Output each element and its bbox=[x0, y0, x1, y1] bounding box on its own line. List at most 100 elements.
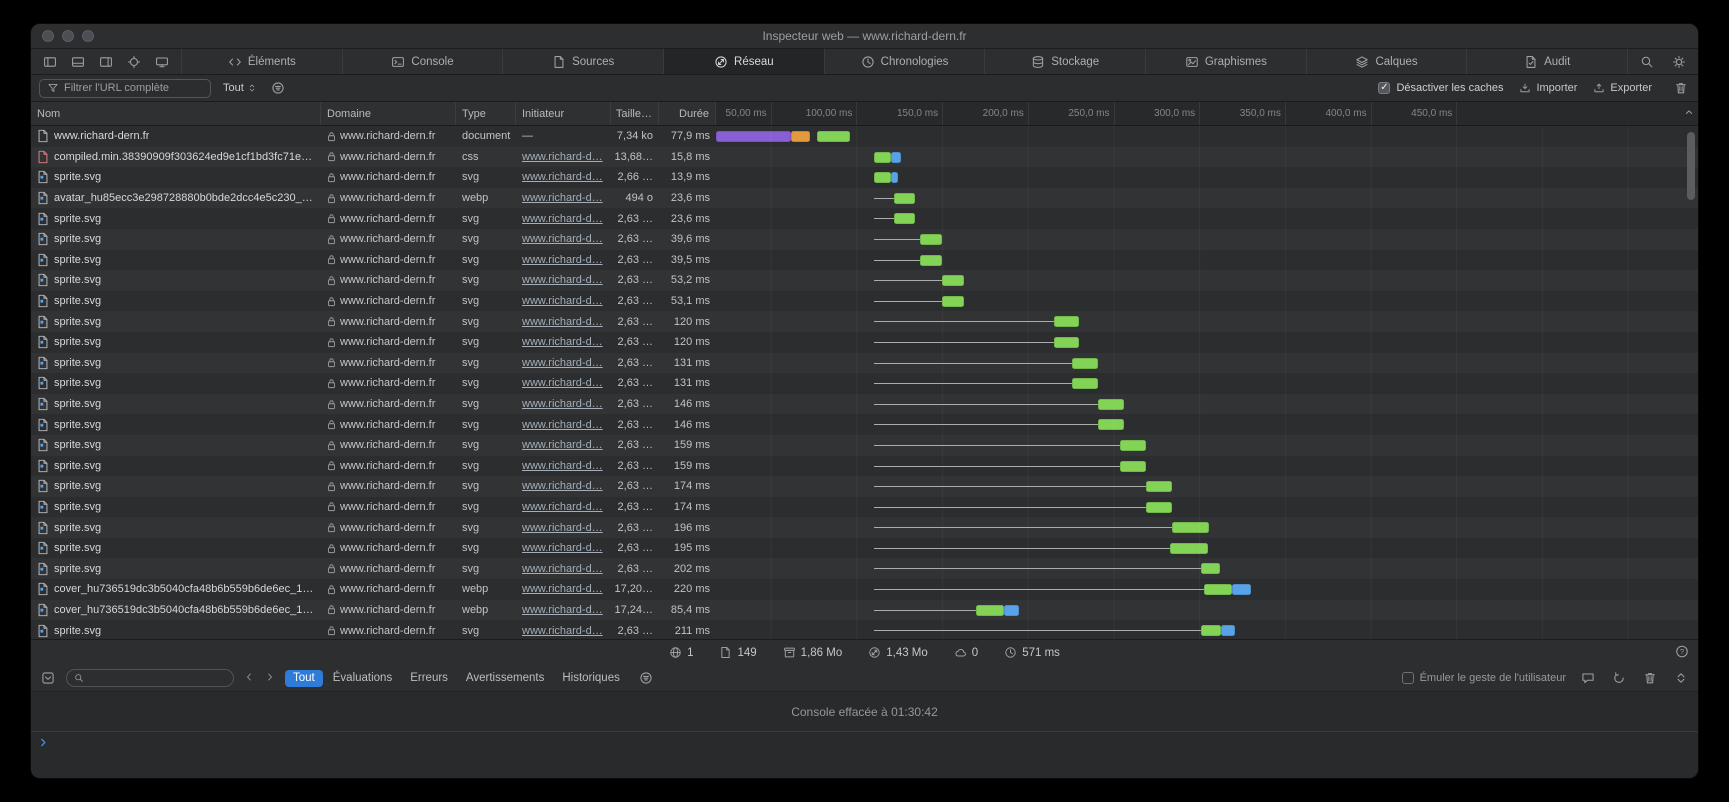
settings-button[interactable] bbox=[1670, 53, 1688, 71]
reload-button[interactable] bbox=[1610, 669, 1628, 687]
resource-initiator[interactable]: www.richard-d… bbox=[522, 563, 603, 575]
resource-initiator[interactable]: www.richard-d… bbox=[522, 583, 603, 595]
device-settings-button[interactable] bbox=[153, 53, 171, 71]
table-row[interactable]: sprite.svg www.richard-dern.fr svg www.r… bbox=[31, 208, 1698, 229]
filter-options-button[interactable] bbox=[269, 79, 287, 97]
clear-console-button[interactable] bbox=[1641, 669, 1659, 687]
resource-initiator[interactable]: www.richard-d… bbox=[522, 274, 603, 286]
console-messages-button[interactable] bbox=[1579, 669, 1597, 687]
console-filter-button[interactable] bbox=[39, 669, 57, 687]
vertical-scrollbar[interactable] bbox=[1687, 132, 1695, 200]
table-row[interactable]: sprite.svg www.richard-dern.fr svg www.r… bbox=[31, 291, 1698, 312]
table-row[interactable]: sprite.svg www.richard-dern.fr svg www.r… bbox=[31, 394, 1698, 415]
console-scope[interactable]: Avertissements bbox=[458, 670, 552, 687]
table-row[interactable]: sprite.svg www.richard-dern.fr svg www.r… bbox=[31, 620, 1698, 639]
resource-initiator[interactable]: www.richard-d… bbox=[522, 419, 603, 431]
resource-initiator[interactable]: www.richard-d… bbox=[522, 254, 603, 266]
url-filter-input[interactable] bbox=[64, 82, 203, 94]
table-row[interactable]: sprite.svg www.richard-dern.fr svg www.r… bbox=[31, 456, 1698, 477]
resource-initiator[interactable]: www.richard-d… bbox=[522, 295, 603, 307]
console-scope[interactable]: Historiques bbox=[554, 670, 628, 687]
search-button[interactable] bbox=[1638, 53, 1656, 71]
tab-audit[interactable]: Audit bbox=[1466, 49, 1627, 74]
export-button[interactable]: Exporter bbox=[1593, 82, 1652, 94]
resource-initiator[interactable]: www.richard-d… bbox=[522, 151, 603, 163]
column-header-domain[interactable]: Domaine bbox=[321, 102, 456, 125]
previous-result-button[interactable] bbox=[243, 671, 255, 686]
tab-stockage[interactable]: Stockage bbox=[984, 49, 1145, 74]
minimize-button[interactable] bbox=[62, 30, 74, 42]
resource-initiator[interactable]: www.richard-d… bbox=[522, 625, 603, 637]
table-row[interactable]: sprite.svg www.richard-dern.fr svg www.r… bbox=[31, 229, 1698, 250]
column-header-duration[interactable]: Durée bbox=[659, 102, 716, 125]
table-row[interactable]: sprite.svg www.richard-dern.fr svg www.r… bbox=[31, 435, 1698, 456]
scroll-top-button[interactable] bbox=[1683, 106, 1695, 121]
column-header-size[interactable]: Taille… bbox=[611, 102, 659, 125]
dock-left-button[interactable] bbox=[41, 53, 59, 71]
resource-initiator[interactable]: www.richard-d… bbox=[522, 604, 603, 616]
table-row[interactable]: sprite.svg www.richard-dern.fr svg www.r… bbox=[31, 332, 1698, 353]
disable-caches-checkbox[interactable]: ✓ Désactiver les caches bbox=[1378, 82, 1503, 94]
console-scope[interactable]: Tout bbox=[285, 670, 323, 687]
table-row[interactable]: avatar_hu85ecc3e298728880b0bde2dcc4e5c23… bbox=[31, 188, 1698, 209]
emulate-user-gesture-checkbox[interactable]: Émuler le geste de l'utilisateur bbox=[1402, 672, 1566, 684]
tab-graphismes[interactable]: Graphismes bbox=[1145, 49, 1306, 74]
resource-initiator[interactable]: www.richard-d… bbox=[522, 542, 603, 554]
tab-calques[interactable]: Calques bbox=[1306, 49, 1467, 74]
tab-console[interactable]: Console bbox=[342, 49, 503, 74]
table-row[interactable]: sprite.svg www.richard-dern.fr svg www.r… bbox=[31, 414, 1698, 435]
table-row[interactable]: sprite.svg www.richard-dern.fr svg www.r… bbox=[31, 558, 1698, 579]
close-button[interactable] bbox=[42, 30, 54, 42]
column-header-name[interactable]: Nom bbox=[31, 102, 321, 125]
table-row[interactable]: cover_hu736519dc3b5040cfa48b6b559b6de6ec… bbox=[31, 579, 1698, 600]
table-row[interactable]: sprite.svg www.richard-dern.fr svg www.r… bbox=[31, 517, 1698, 538]
tab-reseau[interactable]: Réseau bbox=[663, 49, 824, 74]
resource-initiator[interactable]: www.richard-d… bbox=[522, 501, 603, 513]
dock-right-button[interactable] bbox=[97, 53, 115, 71]
next-result-button[interactable] bbox=[264, 671, 276, 686]
resource-initiator[interactable]: www.richard-d… bbox=[522, 522, 603, 534]
table-row[interactable]: sprite.svg www.richard-dern.fr svg www.r… bbox=[31, 476, 1698, 497]
table-row[interactable]: sprite.svg www.richard-dern.fr svg www.r… bbox=[31, 250, 1698, 271]
tab-chronologies[interactable]: Chronologies bbox=[824, 49, 985, 74]
resource-initiator[interactable]: www.richard-d… bbox=[522, 213, 603, 225]
expand-console-button[interactable] bbox=[1672, 669, 1690, 687]
resource-initiator[interactable]: www.richard-d… bbox=[522, 316, 603, 328]
console-prompt[interactable] bbox=[31, 732, 1698, 778]
url-filter-field[interactable] bbox=[39, 79, 211, 98]
table-row[interactable]: sprite.svg www.richard-dern.fr svg www.r… bbox=[31, 167, 1698, 188]
clear-network-button[interactable] bbox=[1672, 79, 1690, 97]
help-button[interactable]: ? bbox=[1675, 644, 1689, 661]
tab-elements[interactable]: Éléments bbox=[181, 49, 342, 74]
resource-initiator[interactable]: www.richard-d… bbox=[522, 460, 603, 472]
console-scope[interactable]: Évaluations bbox=[325, 670, 400, 687]
resource-initiator[interactable]: www.richard-d… bbox=[522, 233, 603, 245]
table-row[interactable]: sprite.svg www.richard-dern.fr svg www.r… bbox=[31, 538, 1698, 559]
zoom-button[interactable] bbox=[82, 30, 94, 42]
table-row[interactable]: sprite.svg www.richard-dern.fr svg www.r… bbox=[31, 373, 1698, 394]
table-row[interactable]: sprite.svg www.richard-dern.fr svg www.r… bbox=[31, 353, 1698, 374]
resource-initiator[interactable]: www.richard-d… bbox=[522, 439, 603, 451]
resource-initiator[interactable]: www.richard-d… bbox=[522, 357, 603, 369]
console-search-field[interactable] bbox=[66, 669, 234, 687]
resource-initiator[interactable]: www.richard-d… bbox=[522, 171, 603, 183]
resource-initiator[interactable]: www.richard-d… bbox=[522, 480, 603, 492]
import-button[interactable]: Importer bbox=[1519, 82, 1577, 94]
dock-bottom-button[interactable] bbox=[69, 53, 87, 71]
resource-type-dropdown[interactable]: Tout bbox=[221, 82, 259, 94]
table-row[interactable]: cover_hu736519dc3b5040cfa48b6b559b6de6ec… bbox=[31, 600, 1698, 621]
table-row[interactable]: sprite.svg www.richard-dern.fr svg www.r… bbox=[31, 497, 1698, 518]
console-filter-options-button[interactable] bbox=[637, 669, 655, 687]
column-header-initiator[interactable]: Initiateur bbox=[516, 102, 611, 125]
resource-initiator[interactable]: www.richard-d… bbox=[522, 377, 603, 389]
element-picker-button[interactable] bbox=[125, 53, 143, 71]
console-search-input[interactable] bbox=[89, 672, 226, 684]
console-scope[interactable]: Erreurs bbox=[402, 670, 456, 687]
table-row[interactable]: compiled.min.38390909f303624ed9e1cf1bd3f… bbox=[31, 147, 1698, 168]
column-header-type[interactable]: Type bbox=[456, 102, 516, 125]
table-row[interactable]: sprite.svg www.richard-dern.fr svg www.r… bbox=[31, 270, 1698, 291]
tab-sources[interactable]: Sources bbox=[502, 49, 663, 74]
table-row[interactable]: www.richard-dern.fr www.richard-dern.fr … bbox=[31, 126, 1698, 147]
resource-initiator[interactable]: www.richard-d… bbox=[522, 336, 603, 348]
resource-initiator[interactable]: www.richard-d… bbox=[522, 192, 603, 204]
